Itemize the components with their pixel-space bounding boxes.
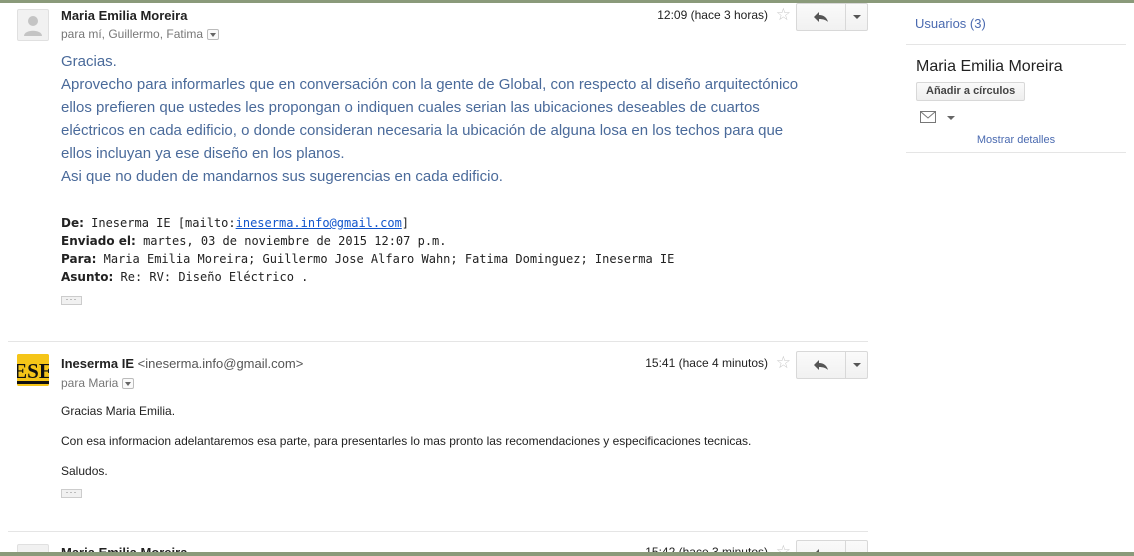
logo-text: ESE <box>17 359 49 383</box>
add-to-circles-button[interactable]: Añadir a círculos <box>916 82 1026 101</box>
users-link[interactable]: Usuarios (3) <box>915 16 986 31</box>
quote-subject-label: Asunto: <box>61 270 114 284</box>
mail-icon[interactable] <box>920 111 936 123</box>
recipients-text: para Maria <box>61 376 119 390</box>
body-line: Con esa informacion adelantaremos esa pa… <box>61 434 752 448</box>
reply-arrow-icon <box>814 12 829 22</box>
body-line: Gracias Maria Emilia. <box>61 404 176 418</box>
avatar[interactable] <box>17 9 49 41</box>
reply-arrow-icon <box>814 360 829 370</box>
avatar[interactable]: ESE <box>17 354 49 386</box>
show-details-link[interactable]: Mostrar detalles <box>906 134 1126 146</box>
recipients-dropdown-icon[interactable] <box>207 28 220 40</box>
body-line: ellos incluyan ya ese diseño en los plan… <box>61 145 345 162</box>
reply-button-group <box>796 3 868 31</box>
quote-to-value: Maria Emilia Moreira; Guillermo Jose Alf… <box>96 252 675 266</box>
sender-line[interactable]: Ineserma IE <ineserma.info@gmail.com> <box>61 356 303 371</box>
quote-subject-line: Asunto: Re: RV: Diseño Eléctrico . <box>61 268 674 286</box>
reply-button[interactable] <box>797 4 847 30</box>
more-options-button[interactable] <box>846 352 867 378</box>
body-line: Asi que no duden de mandarnos sus sugere… <box>61 168 503 185</box>
quote-from-name: Ineserma IE [mailto: <box>83 216 236 230</box>
person-icon <box>24 16 42 36</box>
show-trimmed-content-button[interactable]: ··· <box>61 488 82 498</box>
star-icon[interactable]: ☆ <box>776 354 791 371</box>
more-options-button[interactable] <box>846 4 867 30</box>
people-sidebar: Usuarios (3) Maria Emilia Moreira Añadir… <box>906 3 1126 556</box>
quote-to-label: Para: <box>61 252 97 266</box>
show-trimmed-content-button[interactable]: ··· <box>61 295 82 305</box>
body-line: Aprovecho para informarles que en conver… <box>61 76 799 93</box>
sidebar-divider <box>906 44 1126 45</box>
quote-sent-label: Enviado el: <box>61 234 136 248</box>
recipients-text: para mí, Guillermo, Fatima <box>61 27 204 41</box>
recipients-line[interactable]: para Maria <box>61 376 135 390</box>
quoted-header: De: Ineserma IE [mailto:ineserma.info@gm… <box>61 214 674 286</box>
chevron-down-icon <box>852 363 861 367</box>
body-line: Gracias. <box>61 53 117 70</box>
sender-email: <ineserma.info@gmail.com> <box>137 356 304 371</box>
reply-button-group <box>796 351 868 379</box>
sender-name: Ineserma IE <box>61 356 134 371</box>
sidebar-divider <box>906 152 1126 153</box>
star-icon[interactable]: ☆ <box>776 6 791 23</box>
body-line: eléctricos en cada edificio, o donde con… <box>61 122 784 139</box>
quote-to-line: Para: Maria Emilia Moreira; Guillermo Jo… <box>61 250 674 268</box>
reply-button[interactable] <box>797 352 847 378</box>
quote-from-label: De: <box>61 216 84 230</box>
body-line: ellos prefieren que ustedes les proponga… <box>61 99 760 116</box>
recipients-line[interactable]: para mí, Guillermo, Fatima <box>61 27 220 41</box>
chevron-down-icon <box>852 15 861 19</box>
quote-from-close: ] <box>401 216 410 230</box>
recipients-dropdown-icon[interactable] <box>122 377 135 389</box>
quote-sent-line: Enviado el: martes, 03 de noviembre de 2… <box>61 232 674 250</box>
quote-from-line: De: Ineserma IE [mailto:ineserma.info@gm… <box>61 214 674 232</box>
sender-name[interactable]: Maria Emilia Moreira <box>61 8 187 23</box>
quote-sent-value: martes, 03 de noviembre de 2015 12:07 p.… <box>135 234 447 248</box>
chevron-down-icon[interactable] <box>947 116 955 120</box>
email-thread: Maria Emilia Moreira para mí, Guillermo,… <box>8 3 868 556</box>
bottom-border-strip <box>0 552 1134 556</box>
message-body: Gracias. Aprovecho para informarles que … <box>61 50 851 188</box>
message-item: Maria Emilia Moreira para mí, Guillermo,… <box>8 3 868 339</box>
message-item: ESE Ineserma IE <ineserma.info@gmail.com… <box>8 341 868 531</box>
message-time: 15:41 (hace 4 minutos) <box>645 356 768 370</box>
quote-from-email-link[interactable]: ineserma.info@gmail.com <box>236 216 402 230</box>
body-line: Saludos. <box>61 464 108 478</box>
message-time: 12:09 (hace 3 horas) <box>657 8 768 22</box>
ineserma-logo-icon: ESE <box>17 354 49 386</box>
quote-subject-value: Re: RV: Diseño Eléctrico . <box>113 270 309 284</box>
contact-name: Maria Emilia Moreira <box>916 58 1063 75</box>
